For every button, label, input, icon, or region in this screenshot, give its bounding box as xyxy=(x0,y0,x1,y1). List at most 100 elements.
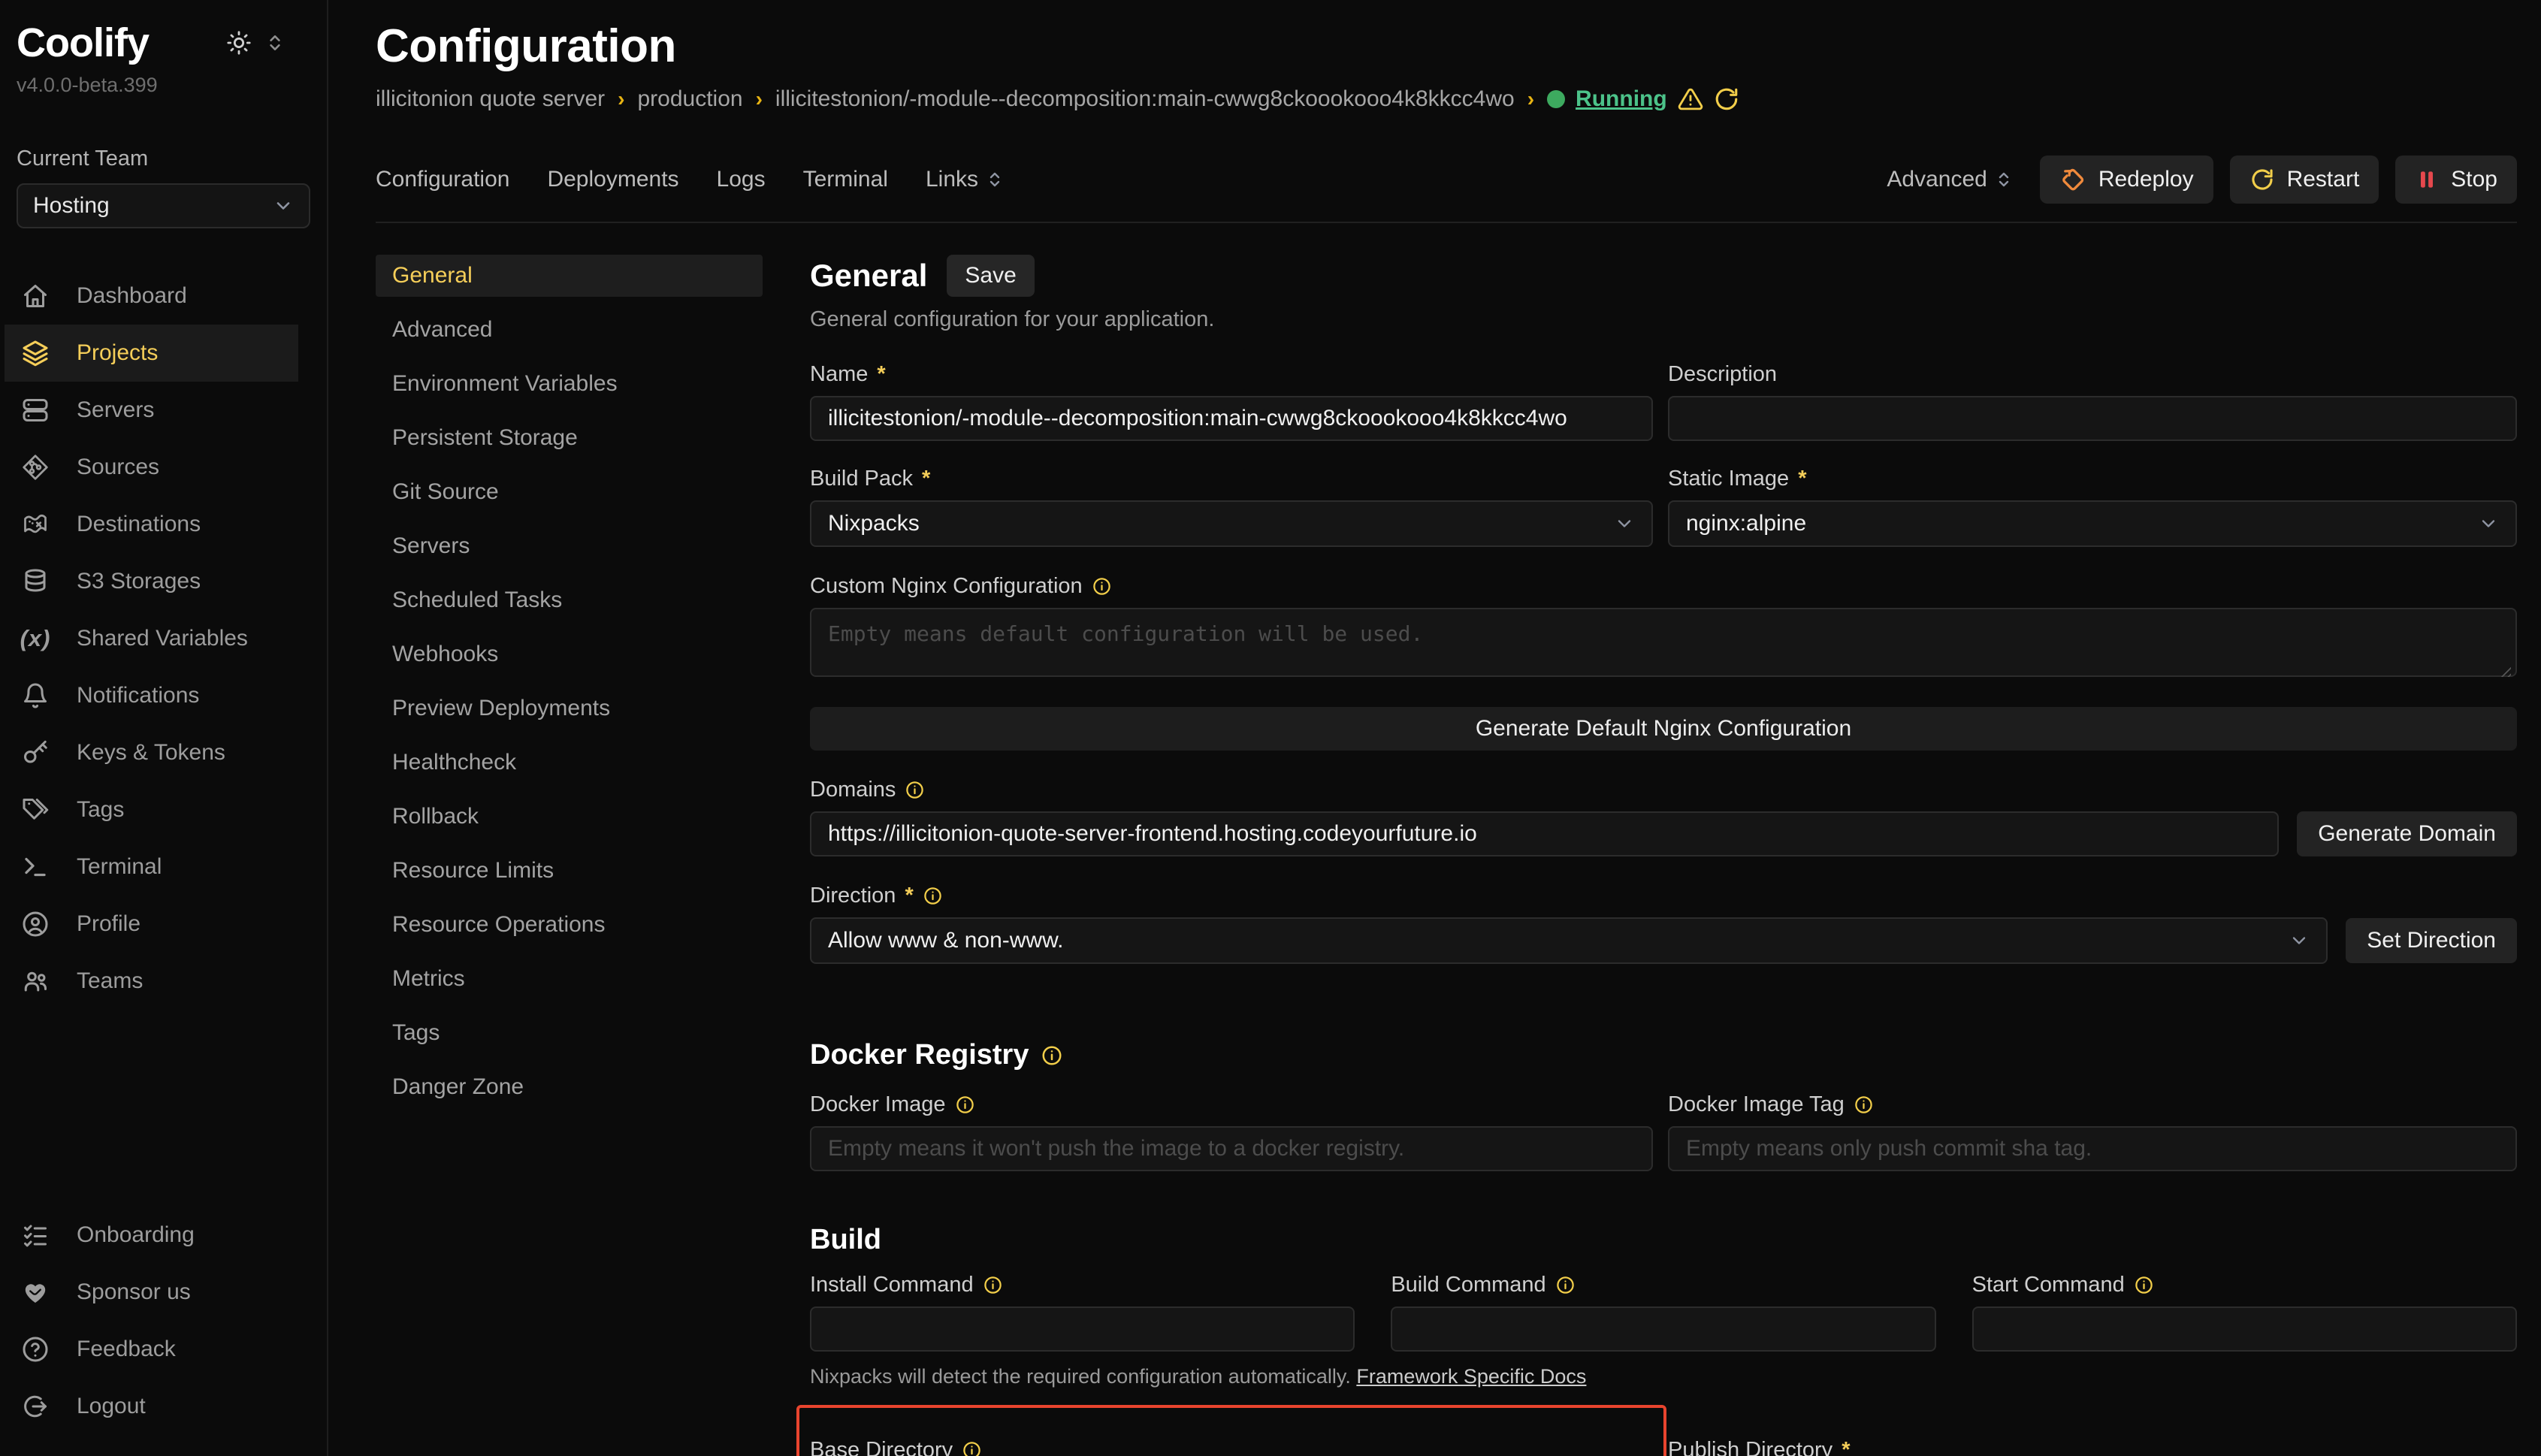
sidebar-item-logout[interactable]: Logout xyxy=(5,1378,298,1435)
tab-configuration[interactable]: Configuration xyxy=(376,167,509,192)
info-icon[interactable] xyxy=(2134,1275,2154,1295)
subnav-environment-variables[interactable]: Environment Variables xyxy=(376,363,763,405)
name-input[interactable] xyxy=(810,396,1653,441)
sidebar-item-notifications[interactable]: Notifications xyxy=(5,667,298,724)
refresh-icon[interactable] xyxy=(1714,86,1739,112)
tab-deployments[interactable]: Deployments xyxy=(547,167,678,192)
subnav-preview-deployments[interactable]: Preview Deployments xyxy=(376,687,763,730)
nginx-config-textarea[interactable] xyxy=(810,608,2517,677)
framework-docs-link[interactable]: Framework Specific Docs xyxy=(1356,1365,1586,1388)
info-icon[interactable] xyxy=(955,1095,975,1115)
chevron-right-icon: › xyxy=(618,87,624,111)
start-command-input[interactable] xyxy=(1972,1306,2517,1352)
description-input[interactable] xyxy=(1668,396,2517,441)
sidebar-item-tags[interactable]: Tags xyxy=(5,781,298,838)
info-icon[interactable] xyxy=(1041,1044,1063,1067)
advanced-dropdown[interactable]: Advanced xyxy=(1887,167,2012,192)
redeploy-button[interactable]: Redeploy xyxy=(2040,156,2213,204)
nixpacks-note: Nixpacks will detect the required config… xyxy=(810,1365,2517,1388)
tab-links[interactable]: Links xyxy=(926,167,1004,192)
generate-nginx-button[interactable]: Generate Default Nginx Configuration xyxy=(810,707,2517,751)
generate-domain-button[interactable]: Generate Domain xyxy=(2297,811,2517,856)
sidebar-item-terminal[interactable]: Terminal xyxy=(5,838,298,896)
theme-toggle-sun-icon[interactable] xyxy=(226,30,252,56)
info-icon[interactable] xyxy=(905,780,925,800)
sidebar-item-projects[interactable]: Projects xyxy=(5,325,298,382)
subnav-git-source[interactable]: Git Source xyxy=(376,471,763,513)
variables-icon: (x) xyxy=(21,625,50,652)
sidebar-item-label: Teams xyxy=(77,968,143,994)
redeploy-label: Redeploy xyxy=(2098,167,2194,192)
direction-select[interactable]: Allow www & non-www. xyxy=(810,917,2328,964)
chevron-down-icon xyxy=(2478,513,2499,534)
subnav-scheduled-tasks[interactable]: Scheduled Tasks xyxy=(376,579,763,621)
advanced-label: Advanced xyxy=(1887,167,1987,192)
breadcrumb-project[interactable]: illicitonion quote server xyxy=(376,86,605,112)
subnav-persistent-storage[interactable]: Persistent Storage xyxy=(376,417,763,459)
install-command-input[interactable] xyxy=(810,1306,1355,1352)
tag-icon xyxy=(21,796,50,823)
unfold-icon xyxy=(1995,171,2013,189)
static-image-select[interactable]: nginx:alpine xyxy=(1668,500,2517,547)
warning-triangle-icon[interactable] xyxy=(1678,86,1703,112)
theme-unfold-icon[interactable] xyxy=(265,33,285,53)
map-icon xyxy=(21,511,50,538)
stop-button[interactable]: Stop xyxy=(2395,156,2517,204)
docker-registry-title: Docker Registry xyxy=(810,1039,1029,1071)
info-icon[interactable] xyxy=(1555,1275,1576,1295)
sidebar-item-sources[interactable]: Sources xyxy=(5,439,298,496)
subnav-resource-operations[interactable]: Resource Operations xyxy=(376,904,763,946)
sidebar-item-servers[interactable]: Servers xyxy=(5,382,298,439)
sidebar-item-s3-storages[interactable]: S3 Storages xyxy=(5,553,298,610)
subnav-resource-limits[interactable]: Resource Limits xyxy=(376,850,763,892)
restart-button[interactable]: Restart xyxy=(2230,156,2379,204)
sidebar-item-destinations[interactable]: Destinations xyxy=(5,496,298,553)
tab-terminal[interactable]: Terminal xyxy=(803,167,888,192)
set-direction-button[interactable]: Set Direction xyxy=(2346,918,2517,963)
required-asterisk: * xyxy=(1842,1438,1850,1456)
sidebar-item-label: Logout xyxy=(77,1394,146,1419)
app-logo: Coolify xyxy=(17,20,149,66)
tab-logs[interactable]: Logs xyxy=(717,167,766,192)
sidebar-item-keys-tokens[interactable]: Keys & Tokens xyxy=(5,724,298,781)
subnav-rollback[interactable]: Rollback xyxy=(376,796,763,838)
info-icon[interactable] xyxy=(1854,1095,1874,1115)
breadcrumb-application[interactable]: illicitestonion/-module--decomposition:m… xyxy=(775,86,1515,112)
chevron-down-icon xyxy=(273,195,294,216)
team-select[interactable]: Hosting xyxy=(17,183,310,228)
info-icon[interactable] xyxy=(962,1440,982,1456)
build-command-input[interactable] xyxy=(1391,1306,1935,1352)
info-icon[interactable] xyxy=(923,886,943,906)
info-icon[interactable] xyxy=(1092,576,1112,597)
docker-image-input[interactable] xyxy=(810,1126,1653,1171)
info-icon[interactable] xyxy=(983,1275,1003,1295)
status-badge[interactable]: Running xyxy=(1576,86,1667,112)
unfold-icon xyxy=(986,171,1004,189)
static-image-value: nginx:alpine xyxy=(1686,511,1806,536)
subnav-danger-zone[interactable]: Danger Zone xyxy=(376,1066,763,1108)
sidebar-item-label: Sources xyxy=(77,455,159,480)
subnav-advanced[interactable]: Advanced xyxy=(376,309,763,351)
server-icon xyxy=(21,397,50,424)
subnav-servers[interactable]: Servers xyxy=(376,525,763,567)
sidebar-item-sponsor[interactable]: Sponsor us xyxy=(5,1264,298,1321)
subnav-metrics[interactable]: Metrics xyxy=(376,958,763,1000)
domains-input[interactable] xyxy=(810,811,2279,856)
build-pack-select[interactable]: Nixpacks xyxy=(810,500,1653,547)
docker-tag-input[interactable] xyxy=(1668,1126,2517,1171)
sidebar-item-feedback[interactable]: Feedback xyxy=(5,1321,298,1378)
subnav-healthcheck[interactable]: Healthcheck xyxy=(376,742,763,784)
database-icon xyxy=(21,568,50,595)
sidebar-item-teams[interactable]: Teams xyxy=(5,953,298,1010)
subnav-general[interactable]: General xyxy=(376,255,763,297)
sidebar-item-profile[interactable]: Profile xyxy=(5,896,298,953)
subnav-tags[interactable]: Tags xyxy=(376,1012,763,1054)
sidebar-item-onboarding[interactable]: Onboarding xyxy=(5,1207,298,1264)
sidebar-item-dashboard[interactable]: Dashboard xyxy=(5,267,298,325)
build-pack-value: Nixpacks xyxy=(828,511,920,536)
sidebar-item-shared-variables[interactable]: (x) Shared Variables xyxy=(5,610,298,667)
sidebar-item-label: Tags xyxy=(77,797,124,823)
subnav-webhooks[interactable]: Webhooks xyxy=(376,633,763,675)
save-button[interactable]: Save xyxy=(947,255,1034,297)
breadcrumb-environment[interactable]: production xyxy=(637,86,742,112)
